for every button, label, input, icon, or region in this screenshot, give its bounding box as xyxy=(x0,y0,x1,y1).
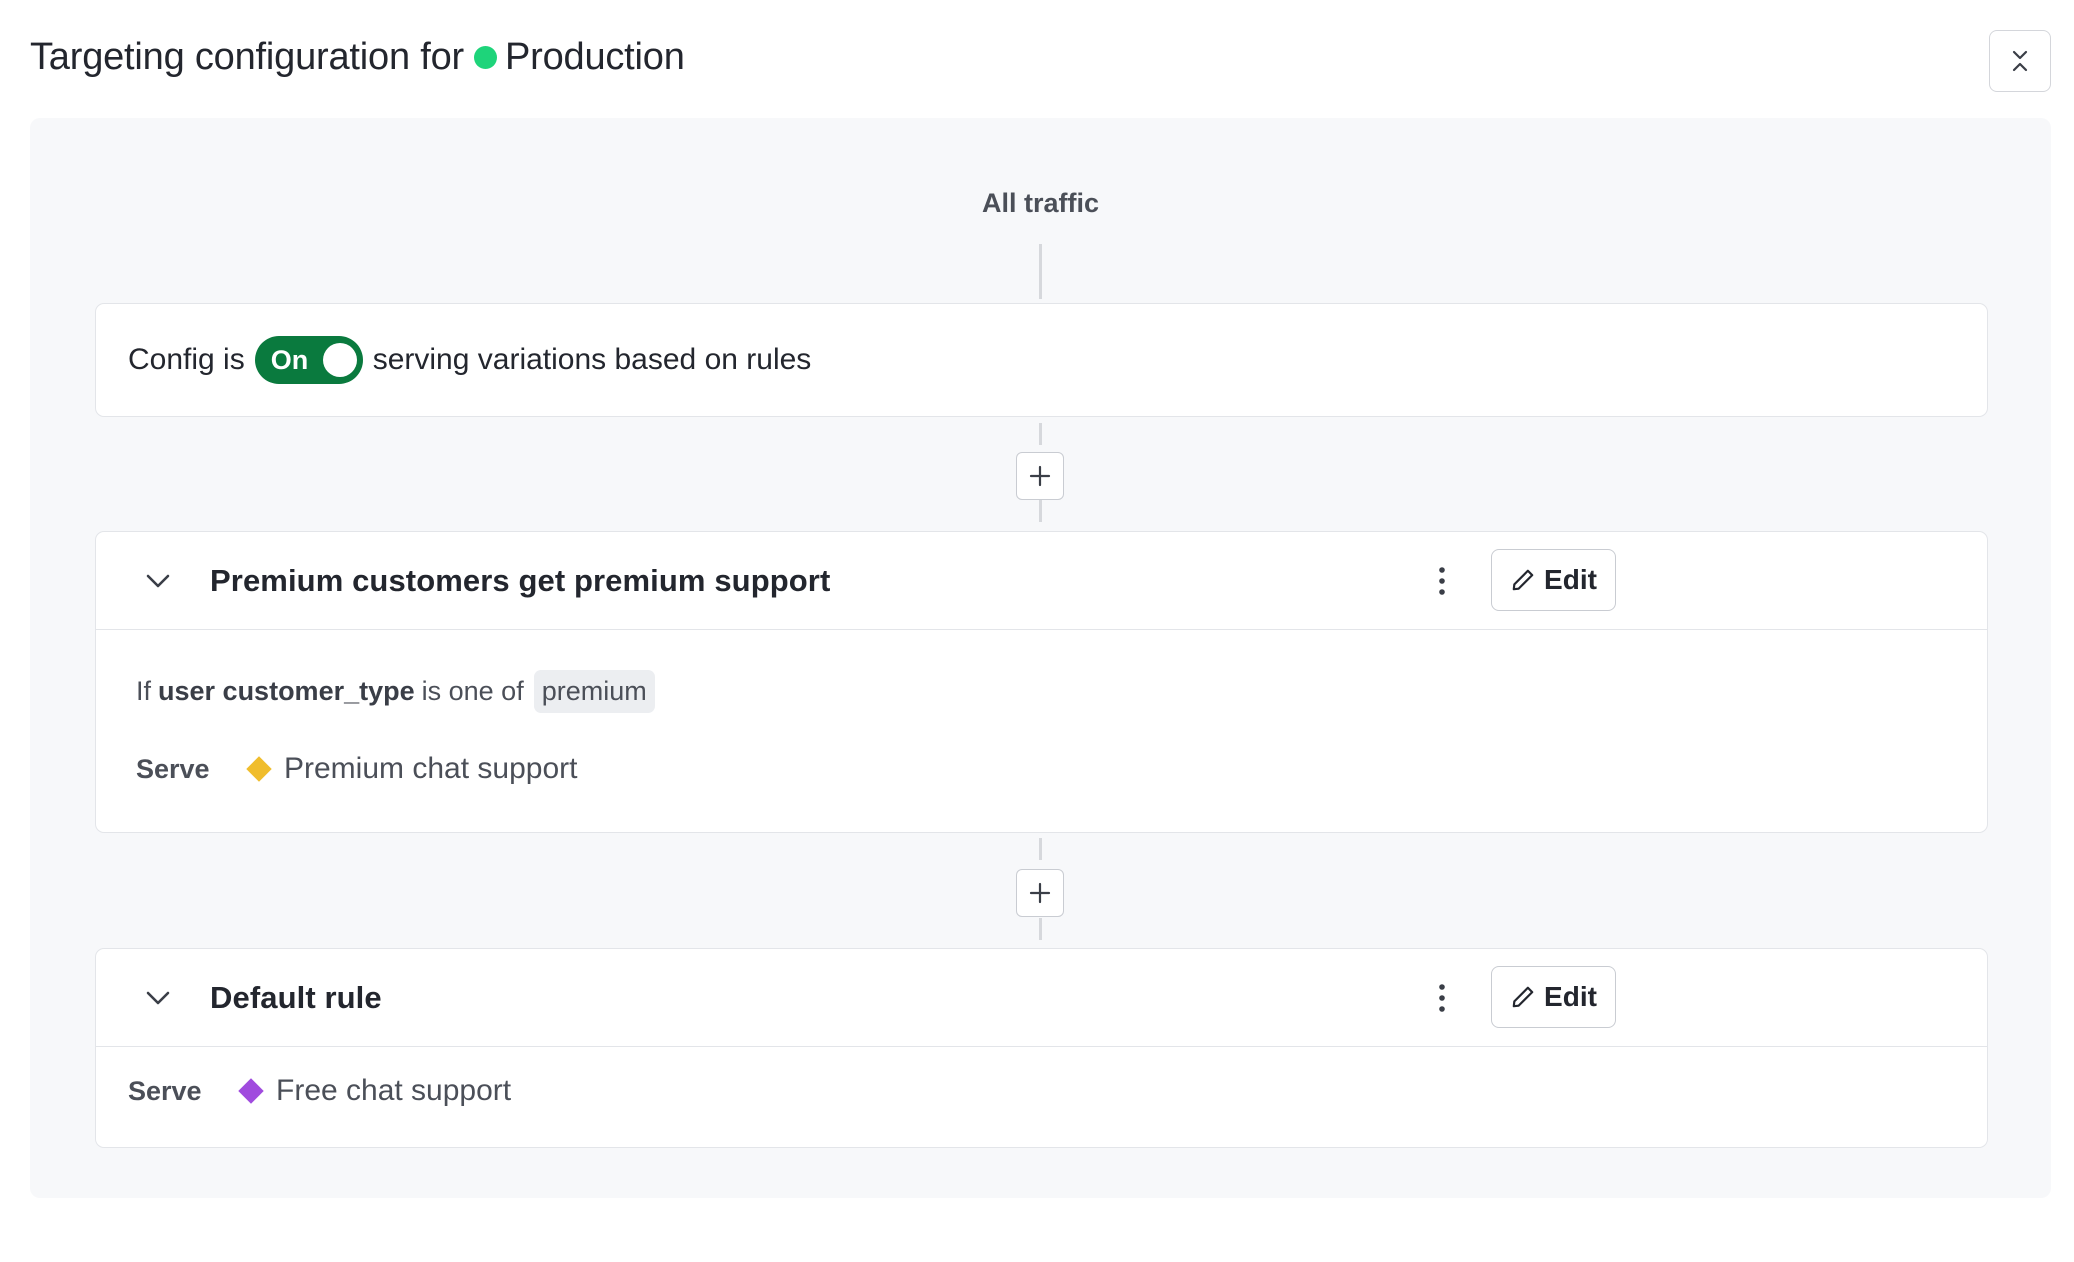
edit-rule-button[interactable]: Edit xyxy=(1491,549,1616,611)
rule-condition: If user customer_type is one of premium xyxy=(136,670,655,713)
edit-rule-button[interactable]: Edit xyxy=(1491,966,1616,1028)
edit-label: Edit xyxy=(1544,564,1597,595)
config-prefix: Config is xyxy=(128,343,245,376)
config-suffix: serving variations based on rules xyxy=(372,343,812,376)
chevron-down-icon[interactable] xyxy=(144,568,172,594)
plus-icon xyxy=(1029,882,1051,904)
add-rule-button[interactable] xyxy=(1016,869,1064,917)
flow-connector xyxy=(1039,423,1042,445)
variation-diamond-icon xyxy=(246,756,272,782)
rule-title: Premium customers get premium support xyxy=(210,563,831,598)
rule-serve: Serve Free chat support xyxy=(128,1074,511,1108)
config-status-row: Config is On serving variations based on… xyxy=(128,304,811,416)
more-options-icon[interactable] xyxy=(1432,981,1452,1015)
serve-label: Serve xyxy=(128,1075,202,1106)
chevron-down-icon[interactable] xyxy=(144,985,172,1011)
rule-header: Premium customers get premium support Ed… xyxy=(96,532,1987,630)
targeting-panel: All traffic Config is On serving variati… xyxy=(30,118,2051,1198)
collapse-button[interactable] xyxy=(1989,30,2051,92)
more-options-icon[interactable] xyxy=(1432,564,1452,598)
rule-header: Default rule Edit xyxy=(96,949,1987,1047)
variation-name: Premium chat support xyxy=(284,752,578,785)
plus-icon xyxy=(1029,465,1051,487)
toggle-label: On xyxy=(270,344,309,375)
collapse-icon xyxy=(2012,50,2028,72)
rule-card: Premium customers get premium support Ed… xyxy=(95,531,1988,833)
condition-if: If xyxy=(136,676,152,706)
condition-value-chip: premium xyxy=(533,670,655,713)
flow-connector xyxy=(1039,500,1042,522)
rule-serve: Serve Premium chat support xyxy=(136,752,577,786)
targeting-page: Targeting configuration for Production A… xyxy=(0,0,2074,1262)
page-title: Targeting configuration for Production xyxy=(30,36,685,79)
rule-title: Default rule xyxy=(210,980,382,1015)
flow-connector xyxy=(1039,838,1042,860)
toggle-knob xyxy=(322,343,357,377)
all-traffic-label: All traffic xyxy=(981,188,1100,218)
variation-name: Free chat support xyxy=(276,1074,512,1107)
title-prefix: Targeting configuration for xyxy=(30,36,464,78)
edit-label: Edit xyxy=(1544,981,1597,1012)
default-rule-card: Default rule Edit Serve Free chat suppor… xyxy=(95,948,1988,1148)
condition-operator: is one of xyxy=(421,676,524,706)
flow-connector xyxy=(1039,244,1042,299)
variation-diamond-icon xyxy=(238,1078,264,1104)
add-rule-button[interactable] xyxy=(1016,452,1064,500)
environment-status-dot xyxy=(473,46,497,69)
condition-attribute: user customer_type xyxy=(158,676,415,706)
pencil-icon xyxy=(1512,569,1534,591)
flow-connector xyxy=(1039,918,1042,940)
serve-label: Serve xyxy=(136,753,210,784)
targeting-toggle[interactable]: On xyxy=(254,336,363,384)
environment-name: Production xyxy=(504,36,685,78)
pencil-icon xyxy=(1512,986,1534,1008)
config-card: Config is On serving variations based on… xyxy=(95,303,1988,417)
